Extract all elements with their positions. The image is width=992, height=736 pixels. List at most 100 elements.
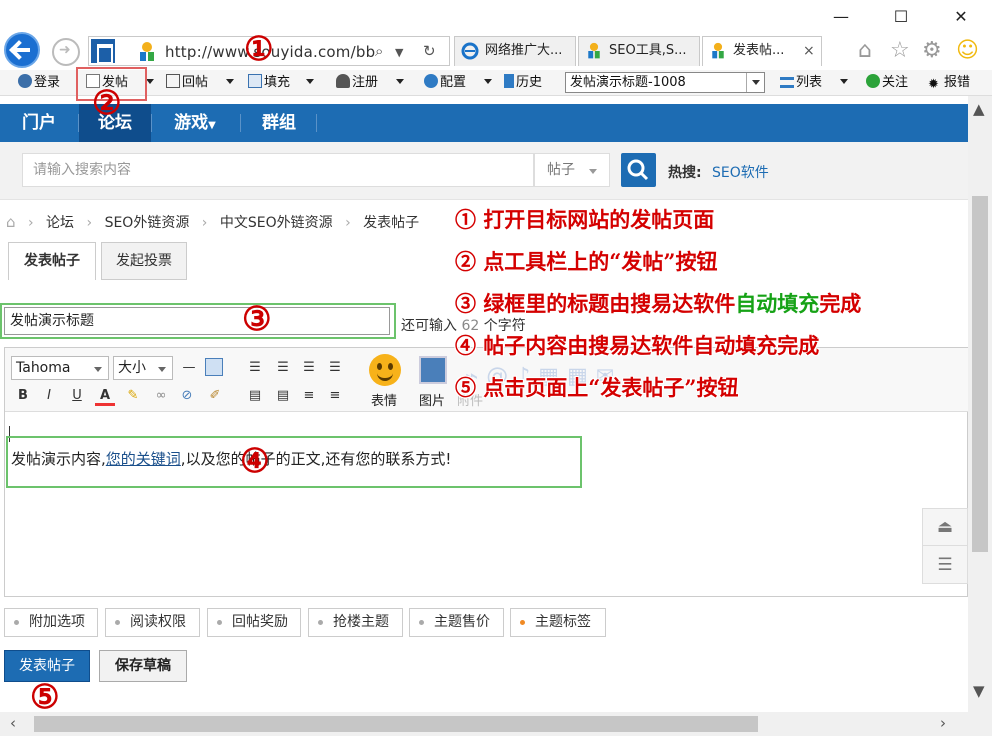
align-left-icon[interactable]: ☰ <box>245 358 265 378</box>
marker-3: ③ <box>242 299 272 338</box>
toolbar-history-button[interactable]: 历史 <box>504 73 542 93</box>
tab-start-poll[interactable]: 发起投票 <box>101 242 187 280</box>
back-arrow-icon[interactable] <box>4 32 40 68</box>
search-icon[interactable]: ⌕ <box>375 42 383 60</box>
tab-network-promotion[interactable]: 网络推广大... <box>454 36 576 66</box>
search-button[interactable] <box>621 153 656 187</box>
toolbar-reply-button[interactable]: 回帖 <box>166 73 208 93</box>
hot-search-label: 热搜: <box>668 165 702 181</box>
favorites-star-icon[interactable]: ☆ <box>890 38 910 63</box>
unlink-icon[interactable]: ⊘ <box>177 386 197 406</box>
tab-post-thread-form[interactable]: 发表帖子 <box>8 242 96 280</box>
emoji-smiley-icon[interactable] <box>369 354 401 386</box>
history-book-icon <box>504 74 514 88</box>
scroll-right-icon[interactable]: › <box>940 714 946 732</box>
option-floor-grab[interactable]: 抢楼主题 <box>308 608 403 637</box>
option-price[interactable]: 主题售价 <box>409 608 504 637</box>
float-left-icon[interactable]: ▤ <box>245 386 265 406</box>
hot-search-link[interactable]: SEO软件 <box>712 162 769 182</box>
caret-down-icon: ▼ <box>208 120 216 131</box>
reply-dropdown-icon[interactable] <box>226 79 234 84</box>
post-dropdown-icon[interactable] <box>146 79 154 84</box>
site-search-input[interactable]: 请输入搜索内容 <box>22 153 534 187</box>
breadcrumb-seo-resources[interactable]: SEO外链资源 <box>105 215 190 231</box>
search-icon <box>627 159 649 181</box>
toolbar-config-button[interactable]: 配置 <box>424 73 466 93</box>
settings-gear-icon[interactable]: ⚙ <box>922 38 942 63</box>
font-family-select[interactable]: Tahoma <box>11 356 109 380</box>
option-tags[interactable]: 主题标签 <box>510 608 606 637</box>
clear-format-brush-icon[interactable]: ✐ <box>205 386 225 406</box>
window-titlebar: — ☐ ✕ <box>0 0 992 34</box>
nav-divider <box>240 114 241 132</box>
site-nav: 门户 论坛 游戏▼ 群组 <box>0 104 968 142</box>
vertical-scroll-thumb[interactable] <box>972 196 988 552</box>
dropdown-arrow-icon[interactable]: ▼ <box>395 46 403 59</box>
toolbar-register-button[interactable]: 注册 <box>336 73 378 93</box>
scroll-down-icon[interactable]: ▼ <box>973 682 985 700</box>
float-right-icon[interactable]: ▤ <box>273 386 293 406</box>
fill-dropdown-icon[interactable] <box>306 79 314 84</box>
list-dropdown-icon[interactable] <box>840 79 848 84</box>
emoji-label: 表情 <box>371 394 398 409</box>
instruction-step-2: ② 点工具栏上的“发帖”按钮 <box>455 249 718 274</box>
vertical-scrollbar[interactable]: ▲ ▼ <box>968 96 992 712</box>
bold-icon[interactable]: B <box>13 386 33 406</box>
scroll-left-icon[interactable]: ‹ <box>10 714 16 732</box>
highlight-icon[interactable]: ✎ <box>123 386 143 406</box>
tab-close-icon[interactable]: × <box>803 37 815 65</box>
option-reply-reward[interactable]: 回帖奖励 <box>207 608 301 637</box>
smiley-feedback-icon[interactable]: ☺ <box>956 38 979 63</box>
chevron-down-icon[interactable] <box>746 73 764 92</box>
title-select-dropdown[interactable]: 发帖演示标题-1008 <box>565 72 765 93</box>
ordered-list-icon[interactable]: ≡ <box>299 386 319 406</box>
breadcrumb-forum[interactable]: 论坛 <box>46 215 74 231</box>
horizontal-scroll-thumb[interactable] <box>34 716 758 732</box>
nav-groups[interactable]: 群组 <box>246 104 312 142</box>
align-center-icon[interactable]: ☰ <box>273 358 293 378</box>
refresh-icon[interactable]: ↻ <box>423 42 436 60</box>
option-extra[interactable]: 附加选项 <box>4 608 98 637</box>
horizontal-rule-icon[interactable]: — <box>179 358 199 378</box>
bug-icon: ✹ <box>928 77 939 92</box>
tab-post-thread[interactable]: 发表帖... × <box>702 36 822 66</box>
minimize-icon[interactable]: — <box>828 6 854 28</box>
nav-portal[interactable]: 门户 <box>6 104 72 142</box>
image-label: 图片 <box>419 394 446 409</box>
breadcrumb-chinese-seo[interactable]: 中文SEO外链资源 <box>220 215 333 231</box>
back-to-top-icon[interactable]: ⏏ <box>923 509 967 546</box>
register-dropdown-icon[interactable] <box>396 79 404 84</box>
toolbar-fill-button[interactable]: 填充 <box>248 73 290 93</box>
underline-icon[interactable]: U <box>67 386 87 406</box>
image-icon[interactable] <box>419 356 447 384</box>
font-size-select[interactable]: 大小 <box>113 356 173 380</box>
toolbar-list-button[interactable]: 列表 <box>780 73 822 93</box>
align-justify-icon[interactable]: ☰ <box>325 358 345 378</box>
title-highlight-box <box>0 303 396 339</box>
save-draft-button[interactable]: 保存草稿 <box>99 650 187 682</box>
forward-arrow-icon[interactable] <box>52 38 80 66</box>
toolbar-login-button[interactable]: 登录 <box>18 73 60 93</box>
nav-games[interactable]: 游戏▼ <box>156 104 234 142</box>
italic-icon[interactable]: I <box>39 386 59 406</box>
horizontal-scrollbar[interactable]: ‹ › <box>0 712 992 736</box>
maximize-icon[interactable]: ☐ <box>888 6 914 28</box>
scroll-up-icon[interactable]: ▲ <box>973 100 985 118</box>
search-type-select[interactable]: 帖子 <box>534 153 610 187</box>
close-window-icon[interactable]: ✕ <box>948 6 974 28</box>
toolbar-follow-button[interactable]: 关注 <box>866 73 908 93</box>
marker-4: ④ <box>240 441 270 480</box>
tab-seo-tools[interactable]: SEO工具,S... <box>578 36 700 66</box>
table-icon[interactable] <box>205 358 223 376</box>
unordered-list-icon[interactable]: ≡ <box>325 386 345 406</box>
link-icon[interactable]: ∞ <box>151 386 171 406</box>
home-icon[interactable]: ⌂ <box>6 213 16 231</box>
home-icon[interactable]: ⌂ <box>858 38 872 63</box>
font-color-icon[interactable]: A <box>95 386 115 406</box>
align-right-icon[interactable]: ☰ <box>299 358 319 378</box>
config-dropdown-icon[interactable] <box>484 79 492 84</box>
toolbar-report-button[interactable]: ✹ 报错 <box>928 73 970 93</box>
list-view-icon[interactable]: ☰ <box>923 547 967 584</box>
option-read-permission[interactable]: 阅读权限 <box>105 608 200 637</box>
reply-icon <box>166 74 180 88</box>
